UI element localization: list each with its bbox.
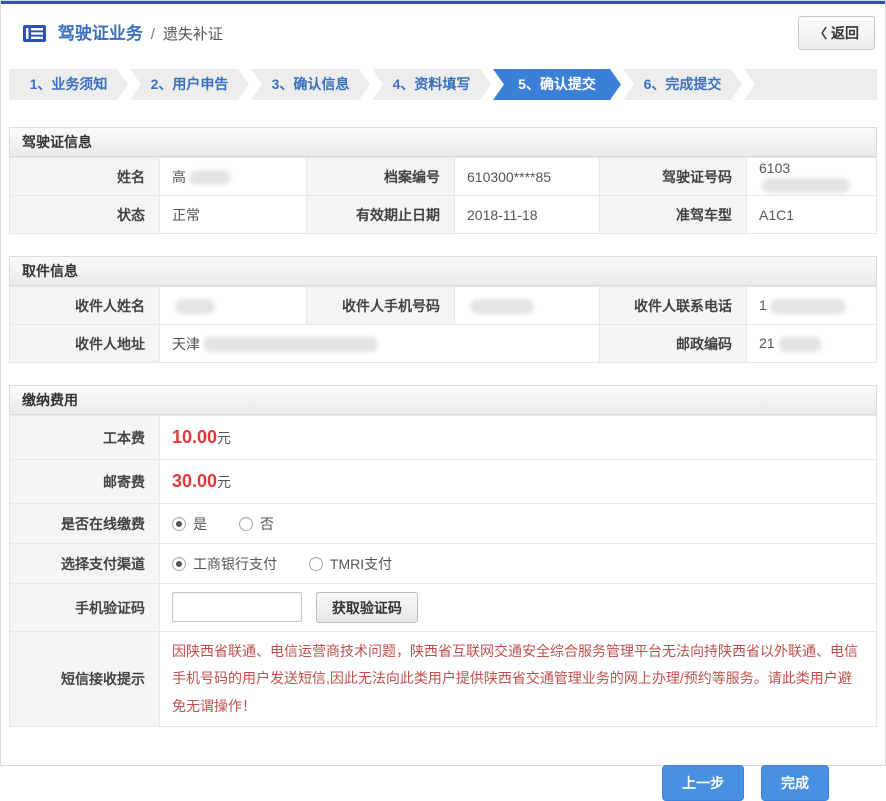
fee-unit: 元: [217, 474, 231, 490]
postal-code-label: 邮政编码: [600, 325, 747, 363]
sms-notice-label: 短信接收提示: [10, 632, 160, 727]
radio-channel-icbc[interactable]: [172, 557, 186, 571]
recipient-address-value: 天津: [160, 325, 600, 363]
name-label: 姓名: [10, 158, 160, 196]
radio-online-pay-yes[interactable]: [172, 517, 186, 531]
step-4-fill-material: 4、资料填写: [372, 69, 491, 100]
postal-code-value-text: 21: [759, 335, 775, 351]
pickup-info-section: 取件信息 收件人姓名 收件人手机号码 收件人联系电话 1 收件人地址 天津 邮政…: [9, 256, 877, 363]
recipient-phone-value-text: 1: [759, 297, 767, 313]
table-row: 状态 正常 有效期止日期 2018-11-18 准驾车型 A1C1: [10, 196, 877, 234]
recipient-address-value-text: 天津: [172, 336, 200, 352]
license-no-label: 驾驶证号码: [600, 158, 747, 196]
page-header: 驾驶证业务 / 遗失补证 〈返回: [1, 4, 885, 57]
pickup-section-title: 取件信息: [9, 256, 877, 286]
license-no-value-text: 6103: [759, 160, 790, 176]
recipient-mobile-label: 收件人手机号码: [307, 287, 455, 325]
table-row: 工本费 10.00元: [10, 416, 877, 460]
recipient-mobile-value: [455, 287, 600, 325]
breadcrumb-current: 遗失补证: [163, 26, 223, 43]
license-no-value: 6103: [747, 158, 877, 196]
payment-section-title: 缴纳费用: [9, 385, 877, 415]
sms-notice-cell: 因陕西省联通、电信运营商技术问题，陕西省互联网交通安全综合服务管理平台无法向持陕…: [160, 632, 877, 727]
table-row: 收件人姓名 收件人手机号码 收件人联系电话 1: [10, 287, 877, 325]
document-list-icon: [23, 25, 46, 42]
radio-online-pay-no[interactable]: [239, 517, 253, 531]
step-bar-filler: [744, 69, 877, 100]
work-fee-amount: 10.00: [172, 427, 217, 447]
redacted-smudge: [175, 299, 215, 314]
channel-icbc-label[interactable]: 工商银行支付: [193, 556, 277, 572]
redacted-smudge: [770, 299, 846, 314]
redacted-smudge: [189, 170, 231, 185]
sms-notice-text: 因陕西省联通、电信运营商技术问题，陕西省互联网交通安全综合服务管理平台无法向持陕…: [172, 632, 876, 726]
sms-code-input[interactable]: [172, 592, 302, 622]
expiry-value: 2018-11-18: [455, 196, 600, 234]
table-row: 邮寄费 30.00元: [10, 460, 877, 504]
step-3-confirm-info: 3、确认信息: [251, 69, 370, 100]
table-row: 是否在线缴费 是 否: [10, 504, 877, 544]
work-fee-label: 工本费: [10, 416, 160, 460]
fee-unit: 元: [217, 430, 231, 446]
step-1-business-notes: 1、业务须知: [9, 69, 128, 100]
chevron-left-icon: 〈: [814, 26, 827, 41]
online-pay-label: 是否在线缴费: [10, 504, 160, 544]
back-button[interactable]: 〈返回: [798, 16, 875, 50]
expiry-label: 有效期止日期: [307, 196, 455, 234]
redacted-smudge: [203, 337, 378, 352]
payment-section: 缴纳费用 工本费 10.00元 邮寄费 30.00元 是否在线缴费 是 否 选择…: [9, 385, 877, 727]
pickup-info-table: 收件人姓名 收件人手机号码 收件人联系电话 1 收件人地址 天津 邮政编码 21: [9, 286, 877, 363]
recipient-phone-label: 收件人联系电话: [600, 287, 747, 325]
step-6-finish-submit: 6、完成提交: [623, 69, 742, 100]
online-pay-options: 是 否: [160, 504, 877, 544]
step-2-user-declaration: 2、用户申告: [130, 69, 249, 100]
name-value: 高: [160, 158, 307, 196]
table-row: 短信接收提示 因陕西省联通、电信运营商技术问题，陕西省互联网交通安全综合服务管理…: [10, 632, 877, 727]
payment-table: 工本费 10.00元 邮寄费 30.00元 是否在线缴费 是 否 选择支付渠道 …: [9, 415, 877, 727]
sms-code-label: 手机验证码: [10, 584, 160, 632]
sms-code-field-cell: 获取验证码: [160, 584, 877, 632]
postage-label: 邮寄费: [10, 460, 160, 504]
table-row: 收件人地址 天津 邮政编码 21: [10, 325, 877, 363]
status-value: 正常: [160, 196, 307, 234]
file-no-label: 档案编号: [307, 158, 455, 196]
license-info-table: 姓名 高 档案编号 610300****85 驾驶证号码 6103 状态 正常 …: [9, 157, 877, 234]
channel-options: 工商银行支付 TMRI支付: [160, 544, 877, 584]
step-wizard-bar: 1、业务须知 2、用户申告 3、确认信息 4、资料填写 5、确认提交 6、完成提…: [9, 69, 877, 100]
finish-button[interactable]: 完成: [761, 765, 829, 801]
postage-value: 30.00元: [160, 460, 877, 504]
breadcrumb-separator: /: [151, 26, 155, 43]
page-title: 驾驶证业务: [58, 24, 143, 43]
redacted-smudge: [762, 178, 850, 193]
license-info-section: 驾驶证信息 姓名 高 档案编号 610300****85 驾驶证号码 6103 …: [9, 127, 877, 234]
postal-code-value: 21: [747, 325, 877, 363]
footer-actions: 上一步 完成: [1, 765, 885, 801]
file-no-value: 610300****85: [455, 158, 600, 196]
get-code-button[interactable]: 获取验证码: [316, 592, 418, 623]
table-row: 选择支付渠道 工商银行支付 TMRI支付: [10, 544, 877, 584]
channel-tmri-label[interactable]: TMRI支付: [330, 556, 392, 572]
table-row: 手机验证码 获取验证码: [10, 584, 877, 632]
previous-step-button[interactable]: 上一步: [662, 765, 744, 801]
online-pay-yes-label[interactable]: 是: [193, 516, 207, 532]
online-pay-no-label[interactable]: 否: [260, 516, 274, 532]
recipient-phone-value: 1: [747, 287, 877, 325]
status-label: 状态: [10, 196, 160, 234]
license-section-title: 驾驶证信息: [9, 127, 877, 157]
step-5-confirm-submit-active: 5、确认提交: [493, 69, 621, 100]
recipient-address-label: 收件人地址: [10, 325, 160, 363]
vehicle-class-value: A1C1: [747, 196, 877, 234]
recipient-name-label: 收件人姓名: [10, 287, 160, 325]
channel-label: 选择支付渠道: [10, 544, 160, 584]
back-button-label: 返回: [831, 25, 859, 41]
table-row: 姓名 高 档案编号 610300****85 驾驶证号码 6103: [10, 158, 877, 196]
radio-channel-tmri[interactable]: [309, 557, 323, 571]
redacted-smudge: [470, 299, 534, 314]
name-value-text: 高: [172, 169, 186, 185]
recipient-name-value: [160, 287, 307, 325]
redacted-smudge: [778, 337, 822, 352]
postage-amount: 30.00: [172, 471, 217, 491]
vehicle-class-label: 准驾车型: [600, 196, 747, 234]
work-fee-value: 10.00元: [160, 416, 877, 460]
